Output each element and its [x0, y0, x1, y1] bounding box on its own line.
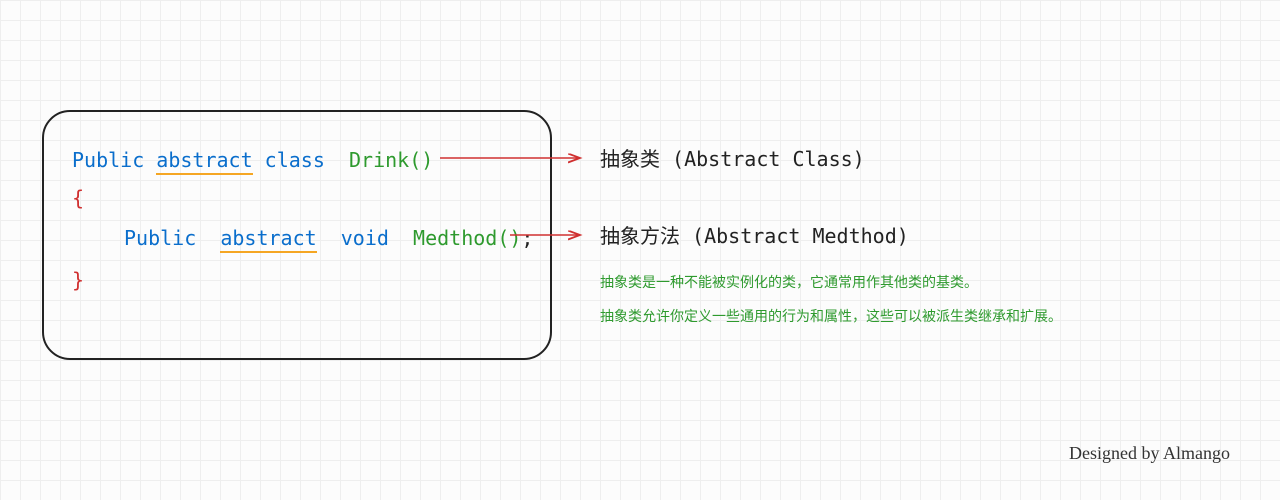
- explanation-2: 抽象类允许你定义一些通用的行为和属性，这些可以被派生类继承和扩展。: [600, 306, 1062, 326]
- keyword-abstract-2: abstract: [220, 226, 316, 253]
- keyword-void: void: [341, 226, 389, 250]
- keyword-public-2: Public: [124, 226, 196, 250]
- keyword-public: Public: [72, 148, 144, 172]
- keyword-class: class: [265, 148, 325, 172]
- code-line-3: Public abstract void Medthod();: [124, 224, 533, 252]
- arrow-to-abstract-method: [510, 227, 590, 247]
- brace-open: {: [72, 184, 84, 212]
- label-abstract-method: 抽象方法 (Abstract Medthod): [600, 220, 909, 249]
- keyword-abstract: abstract: [156, 148, 252, 175]
- code-line-1: Public abstract class Drink(): [72, 146, 433, 174]
- code-box: Public abstract class Drink() { Public a…: [42, 110, 552, 360]
- method-name: Medthod(): [413, 226, 521, 250]
- label-abstract-class: 抽象类 (Abstract Class): [600, 143, 865, 172]
- signature: Designed by Almango: [1069, 443, 1230, 464]
- class-name: Drink(): [349, 148, 433, 172]
- explanation-1: 抽象类是一种不能被实例化的类，它通常用作其他类的基类。: [600, 272, 978, 292]
- brace-close: }: [72, 266, 84, 294]
- arrow-to-abstract-class: [440, 150, 590, 170]
